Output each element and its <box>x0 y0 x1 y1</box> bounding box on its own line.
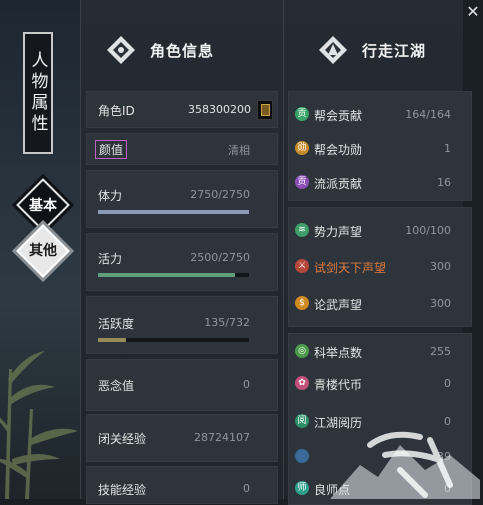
list-item: 39 <box>289 446 469 468</box>
stamina-label: 体力 <box>98 189 123 203</box>
misc-group: ◎ 科举点数 255 ✿ 青楼代币 0 阅 江湖阅历 0 39 师 良师点 0 <box>288 333 472 505</box>
sect-contribution-value: 16 <box>437 176 451 189</box>
exam-points-label: 科举点数 <box>314 346 363 360</box>
seclusion-exp-value: 28724107 <box>194 431 250 444</box>
guild-group: 贡 帮会贡献 164/164 勋 帮会功勋 1 贡 流派贡献 16 <box>288 91 472 201</box>
martial-debate-icon: $ <box>295 296 309 310</box>
list-item: ◎ 科举点数 255 <box>289 341 469 363</box>
faction-reputation-icon: ≋ <box>295 223 309 237</box>
faction-reputation-value: 100/100 <box>405 224 451 237</box>
pavilion-token-icon: ✿ <box>295 376 309 390</box>
list-item: 阅 江湖阅历 0 <box>289 411 469 433</box>
bamboo-decoration <box>0 351 78 499</box>
partial-value: 39 <box>437 450 451 463</box>
list-item: $ 论武声望 300 <box>289 293 469 315</box>
appearance-value: 清相 <box>228 144 250 157</box>
page-title: 人物属性 <box>23 32 53 154</box>
pavilion-token-label: 青楼代币 <box>314 378 363 392</box>
exam-points-icon: ◎ <box>295 344 309 358</box>
guild-merit-label: 帮会功勋 <box>314 143 363 157</box>
vitality-bar-fill <box>98 273 236 277</box>
sword-trial-label: 试剑天下声望 <box>314 261 387 275</box>
stamina-bar <box>98 210 249 214</box>
faction-reputation-label: 势力声望 <box>314 225 363 239</box>
guild-merit-value: 1 <box>444 142 451 155</box>
stamina-card: 体力 2750/2750 <box>86 170 278 228</box>
skill-exp-card: 技能经验 0 <box>86 466 278 504</box>
vitality-bar <box>98 273 249 277</box>
seclusion-exp-label: 闭关经验 <box>98 432 147 446</box>
character-info-header: 角色信息 <box>106 30 214 70</box>
list-item: ≋ 势力声望 100/100 <box>289 220 469 242</box>
martial-debate-value: 300 <box>430 297 451 310</box>
malice-value: 0 <box>243 378 250 391</box>
character-id-label: 角色ID <box>98 104 135 118</box>
list-item: 贡 帮会贡献 164/164 <box>289 104 469 126</box>
activity-value: 135/732 <box>204 316 250 329</box>
guild-contribution-icon: 贡 <box>295 107 309 121</box>
jianghu-experience-icon: 阅 <box>295 414 309 428</box>
sword-trial-value: 300 <box>430 260 451 273</box>
guild-contribution-value: 164/164 <box>405 108 451 121</box>
stamina-value: 2750/2750 <box>190 188 250 201</box>
skill-exp-value: 0 <box>243 482 250 495</box>
mentor-points-value: 0 <box>444 482 451 495</box>
list-item: ⚔ 试剑天下声望 300 <box>289 256 469 278</box>
skill-exp-label: 技能经验 <box>98 483 147 497</box>
copy-icon[interactable] <box>257 100 273 120</box>
character-id-value: 358300200 <box>188 103 251 116</box>
character-id-card: 角色ID 358300200 <box>86 91 278 128</box>
guild-contribution-label: 帮会贡献 <box>314 109 363 123</box>
vitality-label: 活力 <box>98 252 123 266</box>
guild-merit-icon: 勋 <box>295 141 309 155</box>
list-item: 师 良师点 0 <box>289 478 469 500</box>
activity-bar <box>98 338 249 342</box>
mentor-points-icon: 师 <box>295 481 309 495</box>
malice-card: 恶念值 0 <box>86 359 278 411</box>
sword-trial-icon: ⚔ <box>295 259 309 273</box>
activity-card: 活跃度 135/732 <box>86 296 278 354</box>
activity-bar-fill <box>98 338 126 342</box>
martial-debate-label: 论武声望 <box>314 298 363 312</box>
jianghu-emblem-icon <box>319 36 347 64</box>
list-item: 勋 帮会功勋 1 <box>289 138 469 160</box>
activity-label: 活跃度 <box>98 317 135 331</box>
close-icon[interactable]: ✕ <box>465 4 481 20</box>
pavilion-token-value: 0 <box>444 377 451 390</box>
sect-contribution-label: 流派贡献 <box>314 177 363 191</box>
jianghu-experience-label: 江湖阅历 <box>314 416 363 430</box>
jianghu-header: 行走江湖 <box>318 30 426 70</box>
exam-points-value: 255 <box>430 345 451 358</box>
vitality-card: 活力 2500/2750 <box>86 233 278 291</box>
character-info-title: 角色信息 <box>150 41 215 60</box>
reputation-group: ≋ 势力声望 100/100 ⚔ 试剑天下声望 300 $ 论武声望 300 <box>288 207 472 327</box>
appearance-label[interactable]: 颜值 <box>95 140 128 159</box>
jianghu-experience-value: 0 <box>444 415 451 428</box>
mentor-points-label: 良师点 <box>314 483 351 497</box>
malice-label: 恶念值 <box>98 379 135 393</box>
stamina-bar-fill <box>98 210 249 214</box>
partial-icon <box>295 449 309 463</box>
appearance-card: 颜值 清相 <box>86 133 278 165</box>
character-emblem-icon <box>107 36 135 64</box>
vitality-value: 2500/2750 <box>190 251 250 264</box>
tab-other-label[interactable]: 其他 <box>13 240 73 260</box>
jianghu-title: 行走江湖 <box>362 41 427 60</box>
tab-basic-label[interactable]: 基本 <box>13 195 73 215</box>
seclusion-exp-card: 闭关经验 28724107 <box>86 414 278 462</box>
list-item: 贡 流派贡献 16 <box>289 172 469 194</box>
page-title-text: 人物属性 <box>27 51 48 135</box>
sect-contribution-icon: 贡 <box>295 175 309 189</box>
list-item: ✿ 青楼代币 0 <box>289 373 469 395</box>
